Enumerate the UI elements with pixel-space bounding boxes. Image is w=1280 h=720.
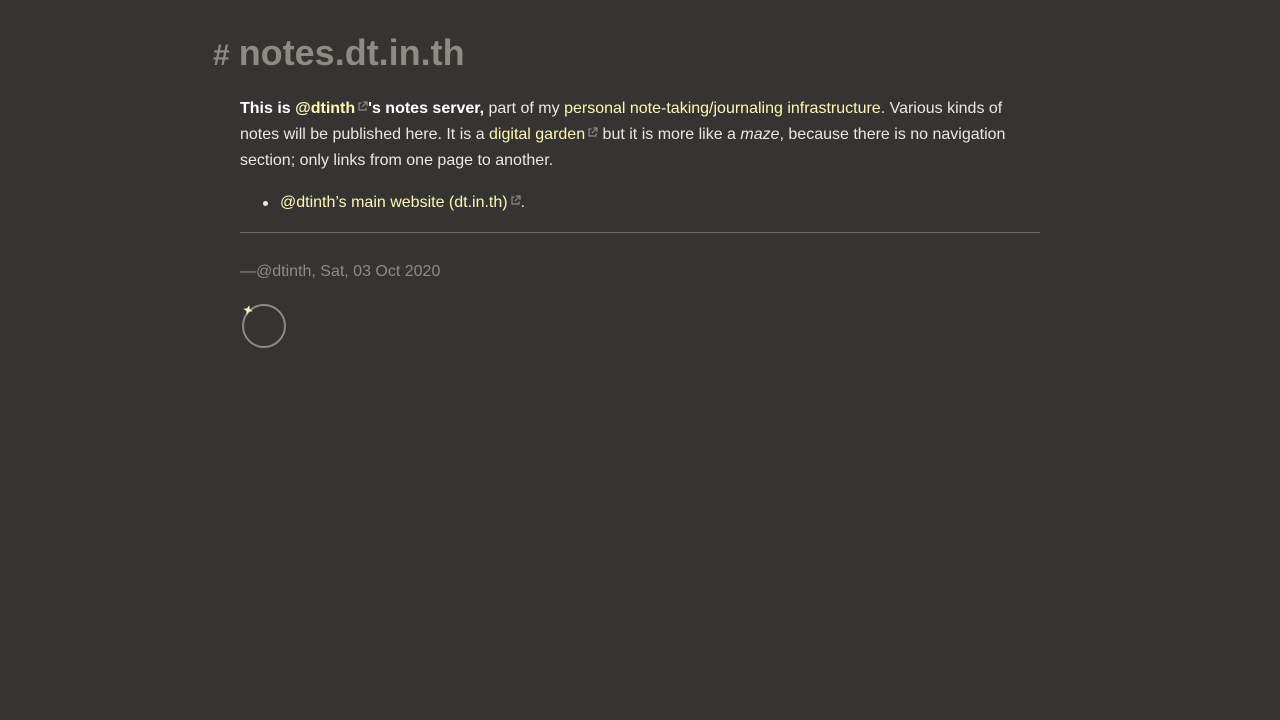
page-title: # notes.dt.in.th — [213, 30, 465, 79]
main-website-link-label: @dtinth’s main website (dt.in.th) — [280, 194, 508, 211]
intro-bold: This is @dtinth 's notes server, — [240, 100, 484, 117]
intro-content: This is @dtinth 's notes server, part of … — [240, 96, 1040, 216]
main-website-link[interactable]: @dtinth’s main website (dt.in.th) — [280, 194, 521, 211]
sparkle-spinner-icon[interactable] — [241, 302, 289, 350]
intro-text-1: part of my — [484, 100, 565, 117]
heading-hash: # — [213, 39, 230, 72]
digital-garden-link[interactable]: digital garden — [489, 126, 598, 143]
links-list: @dtinth’s main website (dt.in.th). — [240, 190, 1040, 216]
digital-garden-link-label: digital garden — [489, 126, 586, 143]
intro-paragraph: This is @dtinth 's notes server, part of … — [240, 96, 1040, 174]
author-link[interactable]: @dtinth — [295, 100, 368, 117]
maze-emphasis: maze — [740, 126, 780, 143]
intro-bold-suffix: 's notes server, — [368, 100, 485, 117]
list-item-trailing: . — [520, 194, 526, 211]
signature: —@dtinth, Sat, 03 Oct 2020 — [240, 263, 441, 280]
divider — [240, 232, 1040, 233]
list-item: @dtinth’s main website (dt.in.th). — [263, 190, 1040, 216]
intro-text-3: but it is more like a — [598, 126, 741, 143]
page-title-text: notes.dt.in.th — [238, 32, 465, 73]
infrastructure-link[interactable]: personal note-taking/journaling infrastr… — [564, 100, 881, 117]
intro-bold-prefix: This is — [240, 100, 296, 117]
external-link-icon — [510, 195, 521, 206]
external-link-icon — [587, 127, 598, 138]
external-link-icon — [357, 101, 368, 112]
author-link-label: @dtinth — [295, 100, 356, 117]
